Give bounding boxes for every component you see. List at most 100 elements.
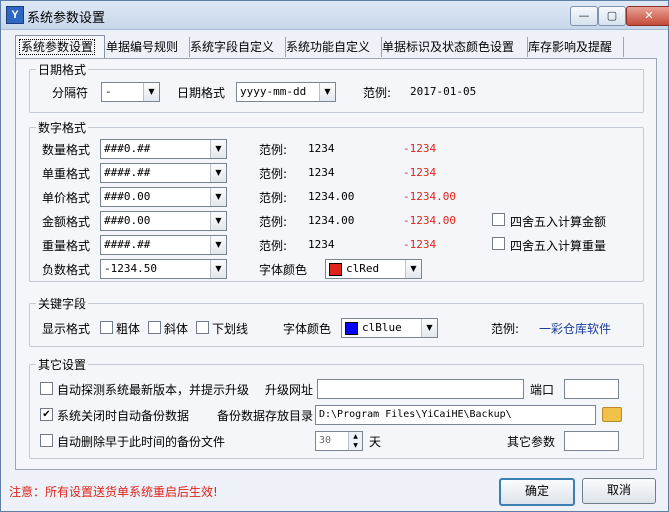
separator-select[interactable]: - ▼ [101, 82, 160, 102]
quantity-format-value: ###0.## [104, 142, 151, 155]
cancel-button[interactable]: 取消 [582, 478, 656, 504]
tab-doc-status-colors[interactable]: 单据标识及状态颜色设置 [379, 37, 528, 57]
key-example-label: 范例: [491, 322, 520, 336]
italic-checkbox[interactable] [148, 321, 161, 334]
unit-price-example-positive: 1234.00 [308, 190, 355, 203]
underline-label: 下划线 [212, 322, 249, 336]
date-format-title: 日期格式 [36, 61, 89, 78]
folder-open-icon[interactable] [602, 407, 622, 422]
port-label: 端口 [530, 383, 555, 397]
underline-checkbox[interactable] [196, 321, 209, 334]
other-settings-title: 其它设置 [36, 356, 89, 373]
maximize-button[interactable]: ▢ [598, 6, 626, 26]
upgrade-url-label: 升级网址 [265, 383, 314, 397]
round-amount-checkbox[interactable] [492, 213, 505, 226]
italic-label: 斜体 [164, 322, 189, 336]
amount-example-positive: 1234.00 [308, 214, 355, 227]
auto-detect-checkbox[interactable] [40, 382, 53, 395]
other-param-label: 其它参数 [507, 435, 556, 449]
restart-note: 注意：所有设置送货单系统重启后生效! [9, 485, 218, 499]
quantity-example-positive: 1234 [308, 142, 335, 155]
chevron-down-icon: ▼ [210, 236, 226, 254]
chevron-down-icon: ▼ [210, 164, 226, 182]
date-example-label: 范例: [363, 86, 392, 100]
weight-example-positive: 1234 [308, 238, 335, 251]
title-bar[interactable]: Y 系统参数设置 — ▢ ✕ [1, 1, 669, 30]
quantity-format-label: 数量格式 [42, 143, 91, 157]
display-format-label: 显示格式 [42, 322, 91, 336]
other-param-input[interactable] [564, 431, 619, 451]
weight-format-select[interactable]: ####.## ▼ [100, 235, 227, 255]
backup-dir-input[interactable]: D:\Program Files\YiCaiHE\Backup\ [315, 405, 596, 425]
round-weight-checkbox[interactable] [492, 237, 505, 250]
number-format-group: 数字格式 数量格式 ###0.## ▼ 范例: 1234 -1234 单重格式 … [29, 119, 644, 282]
unit-price-format-label: 单价格式 [42, 191, 91, 205]
color-swatch-icon [345, 322, 358, 335]
unit-price-example-negative: -1234.00 [403, 190, 456, 203]
days-spinner[interactable]: 30 ▲ ▼ [315, 431, 363, 451]
ok-button[interactable]: 确定 [499, 478, 575, 506]
key-field-title: 关键字段 [36, 295, 89, 312]
tab-panel: 日期格式 分隔符 - ▼ 日期格式 yyyy-mm-dd ▼ 范例: 2017-… [15, 58, 657, 470]
number-font-color-select[interactable]: clRed ▼ [325, 259, 422, 279]
chevron-down-icon: ▼ [143, 83, 159, 101]
auto-backup-checkbox[interactable]: ✔ [40, 408, 53, 421]
spin-arrows-icon[interactable]: ▲ ▼ [348, 432, 362, 450]
negative-format-label: 负数格式 [42, 263, 91, 277]
window-title: 系统参数设置 [27, 11, 106, 26]
number-font-color-value: clRed [346, 262, 380, 275]
chevron-down-icon: ▼ [319, 83, 335, 101]
example-label: 范例: [259, 239, 288, 253]
backup-dir-label: 备份数据存放目录 [217, 409, 314, 423]
example-label: 范例: [259, 167, 288, 181]
round-weight-label: 四舍五入计算重量 [510, 239, 607, 253]
unit-price-format-select[interactable]: ###0.00 ▼ [100, 187, 227, 207]
backup-dir-value: D:\Program Files\YiCaiHE\Backup\ [319, 409, 512, 420]
tab-function-custom[interactable]: 系统功能自定义 [283, 37, 382, 57]
days-unit-label: 天 [369, 435, 382, 449]
date-format-label: 日期格式 [177, 86, 226, 100]
tab-system-params[interactable]: 系统参数设置 [15, 35, 105, 58]
amount-format-label: 金额格式 [42, 215, 91, 229]
minimize-button[interactable]: — [570, 6, 598, 26]
key-font-color-select[interactable]: clBlue ▼ [341, 318, 438, 338]
chevron-down-icon: ▼ [405, 260, 421, 278]
negative-format-select[interactable]: -1234.50 ▼ [100, 259, 227, 279]
unit-price-format-value: ###0.00 [104, 190, 151, 203]
auto-delete-label: 自动删除早于此时间的备份文件 [57, 435, 226, 449]
port-input[interactable] [564, 379, 619, 399]
unit-weight-example-positive: 1234 [308, 166, 335, 179]
other-settings-group: 其它设置 自动探测系统最新版本，并提示升级 升级网址 端口 ✔ 系统关闭时自动备… [29, 356, 644, 459]
weight-format-value: ####.## [104, 238, 151, 251]
chevron-down-icon: ▼ [210, 140, 226, 158]
auto-backup-label: 系统关闭时自动备份数据 [57, 409, 190, 423]
separator-value: - [105, 85, 112, 98]
chevron-down-icon: ▼ [421, 319, 437, 337]
date-example-value: 2017-01-05 [410, 85, 477, 98]
example-label: 范例: [259, 143, 288, 157]
chevron-down-icon: ▼ [210, 188, 226, 206]
tab-doc-number-rules[interactable]: 单据编号规则 [103, 37, 190, 57]
close-button[interactable]: ✕ [626, 6, 669, 26]
auto-delete-checkbox[interactable] [40, 434, 53, 447]
tab-stock-reminder[interactable]: 库存影响及提醒 [525, 37, 624, 57]
negative-format-value: -1234.50 [104, 262, 157, 275]
round-amount-label: 四舍五入计算金额 [510, 215, 607, 229]
date-format-value: yyyy-mm-dd [240, 85, 307, 98]
unit-weight-format-select[interactable]: ####.## ▼ [100, 163, 227, 183]
tab-field-custom[interactable]: 系统字段自定义 [187, 37, 286, 57]
amount-format-value: ###0.00 [104, 214, 151, 227]
weight-format-label: 重量格式 [42, 239, 91, 253]
unit-weight-format-label: 单重格式 [42, 167, 91, 181]
bold-checkbox[interactable] [100, 321, 113, 334]
date-format-select[interactable]: yyyy-mm-dd ▼ [236, 82, 336, 102]
chevron-down-icon: ▼ [210, 260, 226, 278]
amount-format-select[interactable]: ###0.00 ▼ [100, 211, 227, 231]
auto-detect-label: 自动探测系统最新版本，并提示升级 [57, 383, 250, 397]
date-format-group: 日期格式 分隔符 - ▼ 日期格式 yyyy-mm-dd ▼ 范例: 2017-… [29, 61, 644, 113]
unit-weight-example-negative: -1234 [403, 166, 437, 179]
separator-label: 分隔符 [52, 86, 89, 100]
upgrade-url-input[interactable] [317, 379, 524, 399]
weight-example-negative: -1234 [403, 238, 437, 251]
quantity-format-select[interactable]: ###0.## ▼ [100, 139, 227, 159]
